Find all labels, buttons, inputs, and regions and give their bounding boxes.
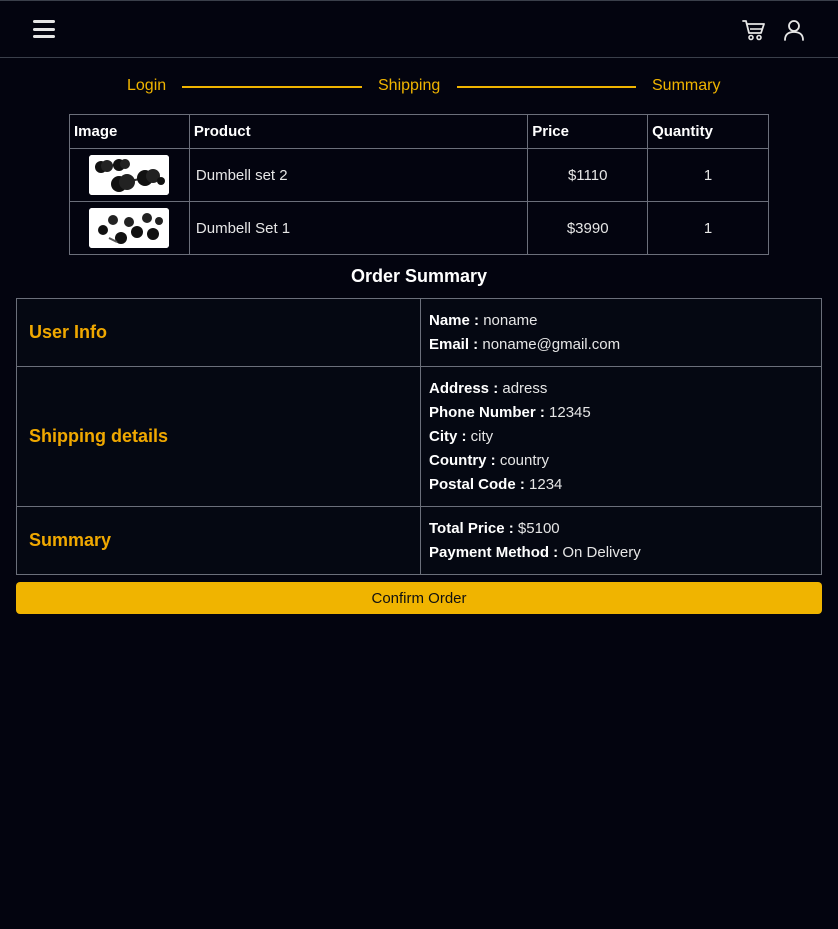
step-login[interactable]: Login (127, 77, 166, 95)
product-price: $1110 (527, 148, 649, 202)
city-value: city (470, 428, 494, 445)
column-header-product: Product (188, 114, 529, 149)
payment-method-label: Payment Method : (429, 544, 559, 561)
product-quantity: 1 (647, 201, 769, 255)
total-price-value: $5100 (517, 520, 560, 537)
total-price-line: Total Price : $5100 (429, 517, 813, 541)
summary-details: Total Price : $5100 Payment Method : On … (420, 506, 822, 575)
postal-code-label: Postal Code : (429, 476, 525, 493)
cart-icon[interactable] (742, 19, 766, 41)
phone-value: 12345 (549, 404, 591, 421)
order-summary-title: Order Summary (350, 266, 488, 286)
address-label: Address : (429, 380, 499, 397)
name-line: Name : noname (429, 309, 813, 333)
payment-method-line: Payment Method : On Delivery (429, 541, 813, 565)
city-line: City : city (429, 425, 813, 449)
cart-items-table: Image Product Price Quantity Dumbell set (69, 114, 769, 255)
total-price-label: Total Price : (429, 520, 514, 537)
step-connector (457, 86, 636, 88)
step-connector (182, 86, 362, 88)
table-row: Dumbell set 2 $1110 1 (69, 148, 769, 202)
user-icon[interactable] (783, 19, 805, 41)
column-header-image: Image (69, 114, 190, 149)
country-label: Country : (429, 452, 496, 469)
product-price: $3990 (527, 201, 649, 255)
email-value: noname@gmail.com (482, 336, 621, 353)
shipping-details: Address : adress Phone Number : 12345 Ci… (420, 366, 822, 507)
address-line: Address : adress (429, 377, 813, 401)
postal-code-line: Postal Code : 1234 (429, 473, 813, 497)
product-quantity: 1 (647, 148, 769, 202)
postal-code-value: 1234 (529, 476, 563, 493)
email-label: Email : (429, 336, 479, 353)
summary-heading: Summary (16, 506, 421, 575)
country-value: country (499, 452, 550, 469)
column-header-quantity: Quantity (647, 114, 769, 149)
dumbbell-set-2-image (89, 155, 170, 195)
product-image-cell (69, 201, 190, 255)
column-header-price: Price (527, 114, 649, 149)
product-name: Dumbell set 2 (188, 148, 529, 202)
user-info-row: User Info Name : noname Email : noname@g… (16, 298, 822, 367)
top-navbar (0, 0, 838, 58)
phone-line: Phone Number : 12345 (429, 401, 813, 425)
product-image-cell (69, 148, 190, 202)
dumbbell-set-1-image (89, 208, 170, 248)
step-summary[interactable]: Summary (652, 77, 720, 95)
order-summary-table: User Info Name : noname Email : noname@g… (16, 298, 822, 575)
hamburger-menu-icon[interactable] (33, 19, 55, 39)
address-value: adress (502, 380, 548, 397)
checkout-steps: Login Shipping Summary (0, 58, 838, 114)
name-value: noname (483, 312, 538, 329)
summary-row: Summary Total Price : $5100 Payment Meth… (16, 506, 822, 575)
user-info-heading: User Info (16, 298, 421, 367)
phone-label: Phone Number : (429, 404, 545, 421)
shipping-details-row: Shipping details Address : adress Phone … (16, 366, 822, 507)
step-shipping[interactable]: Shipping (378, 77, 440, 95)
confirm-order-button[interactable]: Confirm Order (16, 582, 822, 614)
user-info-details: Name : noname Email : noname@gmail.com (420, 298, 822, 367)
shipping-details-heading: Shipping details (16, 366, 421, 507)
name-label: Name : (429, 312, 480, 329)
city-label: City : (429, 428, 467, 445)
country-line: Country : country (429, 449, 813, 473)
email-line: Email : noname@gmail.com (429, 333, 813, 357)
table-row: Dumbell Set 1 $3990 1 (69, 201, 769, 255)
payment-method-value: On Delivery (562, 544, 641, 561)
table-header-row: Image Product Price Quantity (69, 114, 769, 149)
product-name: Dumbell Set 1 (188, 201, 529, 255)
